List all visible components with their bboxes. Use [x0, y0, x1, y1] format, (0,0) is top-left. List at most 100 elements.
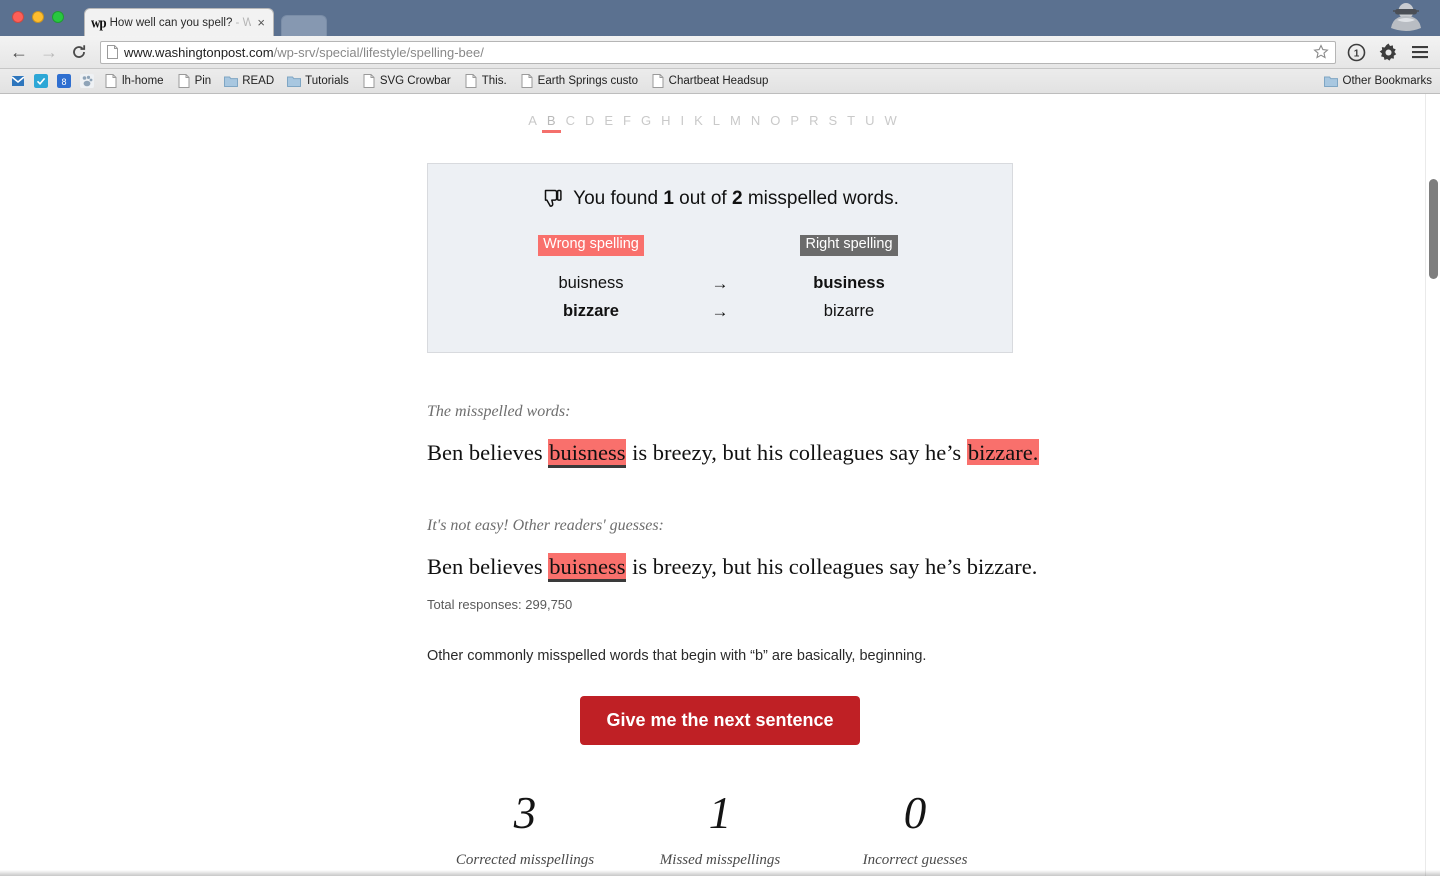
alphabet-letter-k[interactable]: K: [689, 112, 708, 133]
header-right-spelling: Right spelling: [759, 234, 939, 270]
bookmark-svg-crowbar[interactable]: SVG Crowbar: [358, 72, 457, 90]
alphabet-letter-n[interactable]: N: [746, 112, 765, 133]
tab-strip: wp How well can you spell? - W ×: [0, 0, 1440, 36]
arrow-icon: →: [711, 301, 729, 321]
info-badge-icon: 1: [1347, 43, 1365, 61]
alphabet-letter-i[interactable]: I: [676, 112, 690, 133]
alphabet-letter-s[interactable]: S: [823, 112, 842, 133]
alphabet-letter-t[interactable]: T: [842, 112, 860, 133]
reload-icon: [73, 45, 86, 58]
browser-toolbar: ← → www.washingtonpost.com/wp-srv/specia…: [0, 36, 1440, 69]
found-count: 1: [663, 188, 674, 209]
misspelled-section-label: The misspelled words:: [427, 402, 571, 420]
inbox-icon: [11, 76, 25, 86]
other-bookmarks-label: Other Bookmarks: [1342, 75, 1432, 87]
score-number: 3: [513, 788, 537, 839]
bookmark-pin[interactable]: Pin: [173, 72, 218, 90]
alphabet-letter-c[interactable]: C: [561, 112, 580, 133]
header-spacer: [681, 234, 759, 270]
cell-wrong-spelling: buisness: [558, 274, 624, 293]
browser-window: wp How well can you spell? - W × ← → www…: [0, 0, 1440, 876]
bookmark-checkmark[interactable]: [31, 72, 51, 90]
bookmark-label: This.: [481, 75, 507, 87]
arrow-icon: →: [711, 273, 729, 293]
bookmark-paw[interactable]: [77, 72, 97, 90]
reload-button[interactable]: [68, 41, 90, 63]
alphabet-letter-p[interactable]: P: [785, 112, 804, 133]
browser-tab-active[interactable]: wp How well can you spell? - W ×: [84, 8, 274, 36]
incognito-spy-icon: [1391, 3, 1421, 31]
star-icon[interactable]: [1313, 44, 1329, 60]
alphabet-letter-h[interactable]: H: [656, 112, 675, 133]
score-label: Corrected misspellings: [455, 852, 595, 869]
readers-sentence: Ben believes buisness is breezy, but his…: [427, 553, 1037, 583]
alphabet-letter-g[interactable]: G: [636, 112, 656, 133]
readers-highlighted-word[interactable]: buisness: [548, 553, 627, 583]
bookmark-calendar[interactable]: 8: [54, 72, 74, 90]
bookmark-folder-read[interactable]: READ: [220, 72, 280, 90]
alphabet-letter-w[interactable]: W: [879, 112, 901, 133]
page-icon: [363, 74, 375, 88]
table-row: buisness → business: [501, 270, 939, 298]
alphabet-letter-b[interactable]: B: [541, 112, 561, 133]
hamburger-menu-icon: [1412, 46, 1428, 59]
alphabet-letter-u[interactable]: U: [860, 112, 879, 133]
window-traffic-lights: [12, 11, 64, 23]
table-row: bizzare → bizarre: [501, 298, 939, 326]
tab-title: How well can you spell? - W: [109, 16, 252, 29]
new-tab-button[interactable]: [281, 15, 327, 36]
bookmark-label: Chartbeat Headsup: [668, 75, 769, 87]
scrollbar-thumb[interactable]: [1429, 179, 1438, 279]
highlighted-word-buisness[interactable]: buisness: [548, 438, 627, 468]
page-icon: [178, 74, 190, 88]
browser-menu-button[interactable]: [1408, 40, 1432, 64]
page-icon: [105, 74, 117, 88]
readers-guesses-section: It's not easy! Other readers' guesses: B…: [427, 517, 1037, 612]
readers-section-label: It's not easy! Other readers' guesses:: [427, 517, 664, 535]
bookmark-this[interactable]: This.: [460, 72, 513, 90]
page-icon: [465, 74, 477, 88]
other-bookmarks-button[interactable]: Other Bookmarks: [1323, 74, 1432, 88]
score-row: 3 Corrected misspellings 1 Missed misspelli…: [427, 791, 1013, 869]
bookmark-label: Tutorials: [305, 75, 349, 87]
forward-button[interactable]: →: [38, 41, 60, 63]
maximize-window-button[interactable]: [52, 11, 64, 23]
score-cell: 0 Incorrect guesses: [818, 791, 1013, 869]
highlighted-word-bizzare[interactable]: bizzare.: [966, 438, 1040, 465]
address-bar[interactable]: www.washingtonpost.com/wp-srv/special/li…: [100, 40, 1336, 64]
settings-button[interactable]: [1376, 40, 1400, 64]
bookmark-chartbeat-headsup[interactable]: Chartbeat Headsup: [647, 72, 775, 90]
score-number: 0: [903, 788, 927, 839]
bookmark-label: Pin: [194, 75, 212, 87]
alphabet-letter-o[interactable]: O: [765, 112, 785, 133]
bookmark-earth-springs[interactable]: Earth Springs custom: [516, 72, 644, 90]
bookmark-inbox[interactable]: [8, 72, 28, 90]
paw-icon: [80, 74, 94, 88]
score-cell: 1 Missed misspellings: [623, 791, 818, 869]
wp-favicon-icon: wp: [91, 13, 107, 32]
minimize-window-button[interactable]: [32, 11, 44, 23]
bookmark-folder-tutorials[interactable]: Tutorials: [283, 72, 355, 90]
cell-wrong-spelling: bizzare: [563, 302, 619, 321]
bookmark-lh-home[interactable]: lh-home: [100, 72, 170, 90]
alphabet-letter-r[interactable]: R: [804, 112, 823, 133]
page-scrollbar[interactable]: [1425, 94, 1440, 876]
close-window-button[interactable]: [12, 11, 24, 23]
alphabet-letter-a[interactable]: A: [523, 112, 542, 133]
result-headline-text: You found 1 out of 2 misspelled words.: [573, 188, 899, 209]
alphabet-letter-e[interactable]: E: [599, 112, 618, 133]
alphabet-letter-d[interactable]: D: [580, 112, 599, 133]
score-label: Incorrect guesses: [862, 852, 968, 869]
back-button[interactable]: ←: [8, 41, 30, 63]
close-tab-icon[interactable]: ×: [255, 16, 267, 29]
table-header-row: Wrong spelling Right spelling: [501, 234, 939, 270]
alphabet-letter-m[interactable]: M: [725, 112, 746, 133]
table-body: buisness → business bizzare → bizarre: [501, 270, 939, 326]
info-badge-button[interactable]: 1: [1344, 40, 1368, 64]
alphabet-letter-f[interactable]: F: [618, 112, 636, 133]
alphabet-letter-l[interactable]: L: [708, 112, 725, 133]
next-sentence-button[interactable]: Give me the next sentence: [580, 696, 860, 746]
bookmark-label: lh-home: [122, 75, 164, 87]
page-icon: [107, 45, 118, 59]
result-headline: You found 1 out of 2 misspelled words.: [428, 188, 1012, 210]
